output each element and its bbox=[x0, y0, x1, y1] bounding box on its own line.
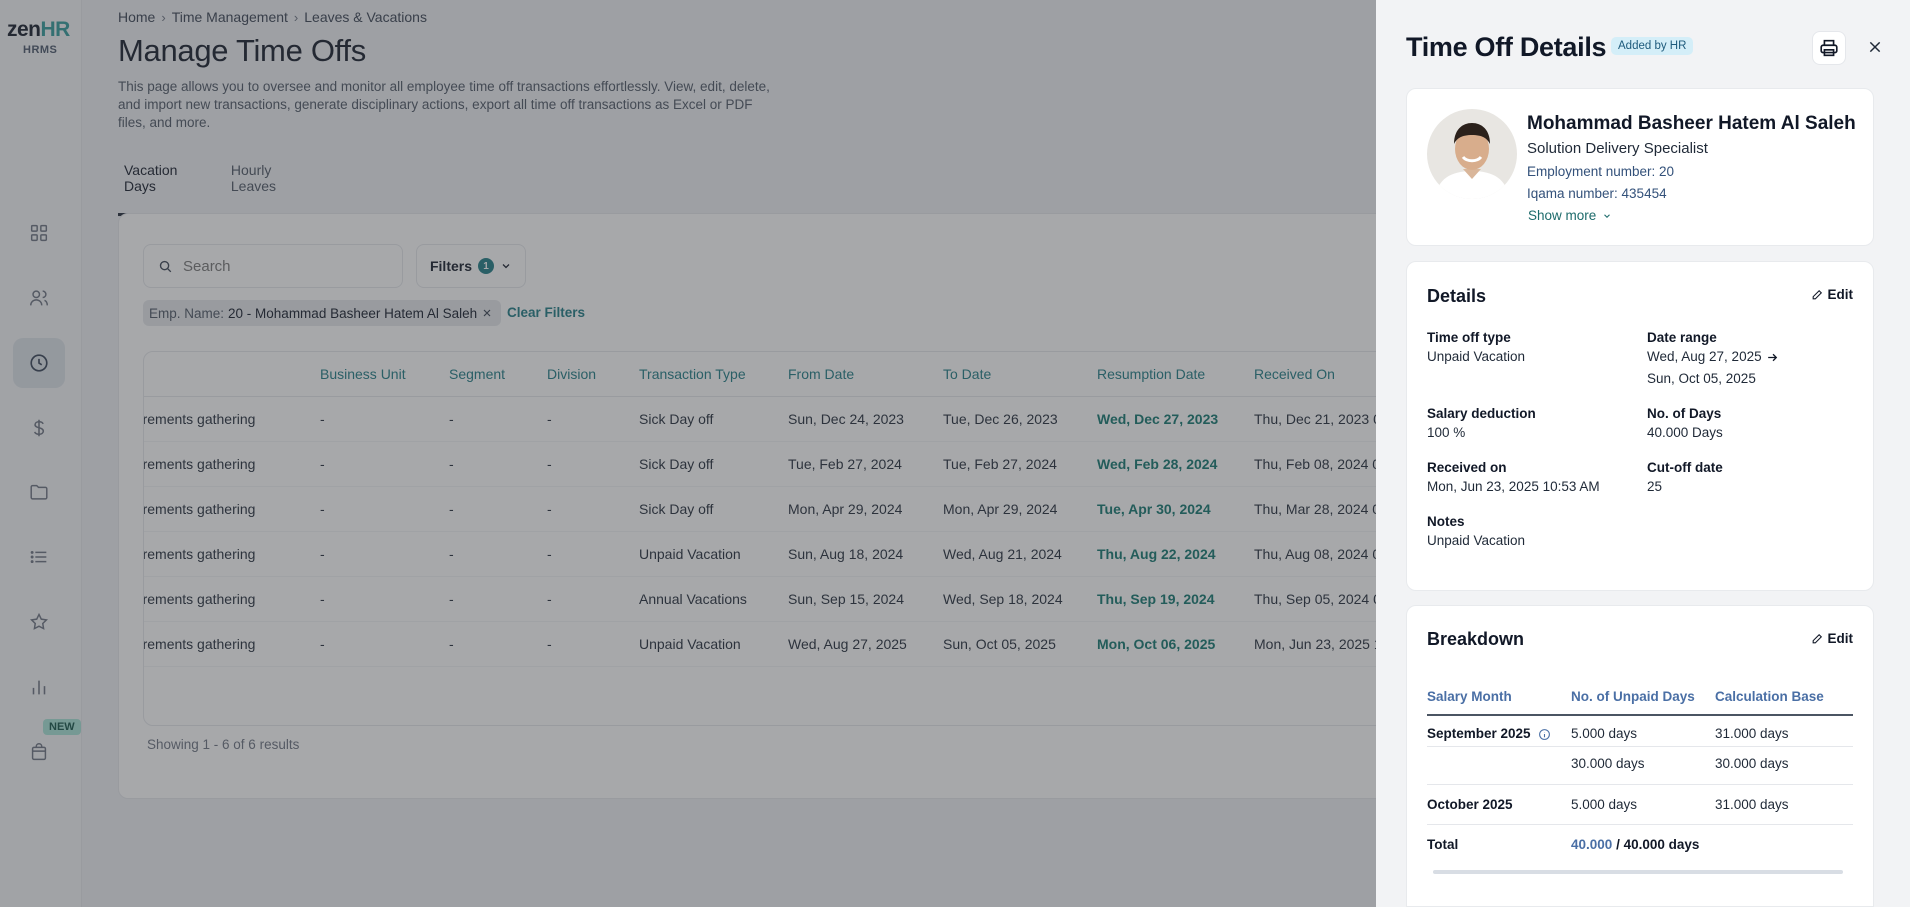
column-header-calculation-base: Calculation Base bbox=[1715, 689, 1824, 704]
arrow-right-icon bbox=[1767, 353, 1777, 361]
print-button[interactable] bbox=[1812, 31, 1846, 65]
notes-label: Notes bbox=[1427, 514, 1465, 529]
month-label: September 2025 bbox=[1427, 726, 1531, 741]
edit-breakdown-button[interactable]: Edit bbox=[1811, 631, 1854, 646]
show-more-link[interactable]: Show more bbox=[1528, 208, 1612, 223]
cutoff-date-label: Cut-off date bbox=[1647, 460, 1723, 475]
time-off-details-drawer: Time Off Details Added by HR Mohammad Ba… bbox=[1376, 0, 1910, 907]
date-range-label: Date range bbox=[1647, 330, 1717, 345]
breakdown-days: 5.000 days bbox=[1571, 797, 1638, 812]
show-more-label: Show more bbox=[1528, 208, 1597, 223]
notes-value: Unpaid Vacation bbox=[1427, 533, 1526, 548]
breakdown-scrollbar[interactable] bbox=[1433, 870, 1843, 874]
pencil-icon bbox=[1812, 289, 1822, 300]
column-header-unpaid-days: No. of Unpaid Days bbox=[1571, 689, 1695, 704]
breakdown-base: 31.000 days bbox=[1715, 726, 1789, 741]
chevron-down-icon bbox=[1604, 213, 1611, 218]
date-to: Sun, Oct 05, 2025 bbox=[1647, 371, 1756, 386]
edit-label: Edit bbox=[1827, 631, 1854, 646]
breakdown-days: 5.000 days bbox=[1571, 726, 1638, 741]
date-range-start: Wed, Aug 27, 2025 bbox=[1647, 346, 1779, 368]
row-divider bbox=[1427, 746, 1853, 747]
edit-details-button[interactable]: Edit bbox=[1811, 287, 1854, 302]
employee-name: Mohammad Basheer Hatem Al Saleh bbox=[1527, 113, 1856, 134]
total-value: 40.000 / 40.000 days bbox=[1571, 837, 1699, 852]
breakdown-base: 30.000 days bbox=[1715, 756, 1789, 771]
edit-label: Edit bbox=[1827, 287, 1854, 302]
column-header-salary-month: Salary Month bbox=[1427, 689, 1512, 704]
header-divider bbox=[1427, 714, 1853, 716]
close-button[interactable] bbox=[1864, 36, 1886, 58]
breakdown-base: 31.000 days bbox=[1715, 797, 1789, 812]
time-off-type-value: Unpaid Vacation bbox=[1427, 349, 1526, 364]
days-label: No. of Days bbox=[1647, 406, 1722, 421]
row-divider bbox=[1427, 784, 1853, 785]
received-on-value: Mon, Jun 23, 2025 10:53 AM bbox=[1427, 479, 1600, 494]
received-on-label: Received on bbox=[1427, 460, 1507, 475]
close-icon bbox=[1869, 41, 1881, 53]
total-unpaid-days: 40.000 bbox=[1571, 837, 1613, 852]
breakdown-month: October 2025 bbox=[1427, 797, 1513, 812]
breakdown-title: Breakdown bbox=[1427, 629, 1525, 649]
info-icon[interactable] bbox=[1538, 728, 1551, 741]
breakdown-month: September 2025 bbox=[1427, 726, 1551, 741]
drawer-title: Time Off Details bbox=[1406, 32, 1607, 62]
salary-deduction-label: Salary deduction bbox=[1427, 406, 1536, 421]
modal-backdrop[interactable] bbox=[0, 0, 1376, 907]
details-card: Details Edit Time off type Unpaid Vacati… bbox=[1406, 261, 1874, 591]
iqama-number: Iqama number: 435454 bbox=[1527, 186, 1667, 201]
total-of-days: / 40.000 days bbox=[1616, 837, 1700, 852]
printer-icon bbox=[1820, 39, 1838, 57]
breakdown-days: 30.000 days bbox=[1571, 756, 1645, 771]
days-value: 40.000 Days bbox=[1647, 425, 1723, 440]
employment-number: Employment number: 20 bbox=[1527, 164, 1675, 179]
time-off-type-label: Time off type bbox=[1427, 330, 1511, 345]
date-from: Wed, Aug 27, 2025 bbox=[1647, 349, 1762, 364]
breakdown-card: Breakdown Edit Salary Month No. of Unpai… bbox=[1406, 605, 1874, 907]
cutoff-date-value: 25 bbox=[1647, 479, 1663, 494]
employee-card: Mohammad Basheer Hatem Al Saleh Solution… bbox=[1406, 88, 1874, 246]
salary-deduction-value: 100 % bbox=[1427, 425, 1466, 440]
total-label: Total bbox=[1427, 837, 1459, 852]
added-by-badge: Added by HR bbox=[1611, 37, 1694, 55]
avatar bbox=[1427, 109, 1517, 199]
row-divider bbox=[1427, 824, 1853, 825]
details-title: Details bbox=[1427, 286, 1487, 306]
employee-role: Solution Delivery Specialist bbox=[1527, 140, 1708, 157]
pencil-icon bbox=[1812, 633, 1822, 644]
